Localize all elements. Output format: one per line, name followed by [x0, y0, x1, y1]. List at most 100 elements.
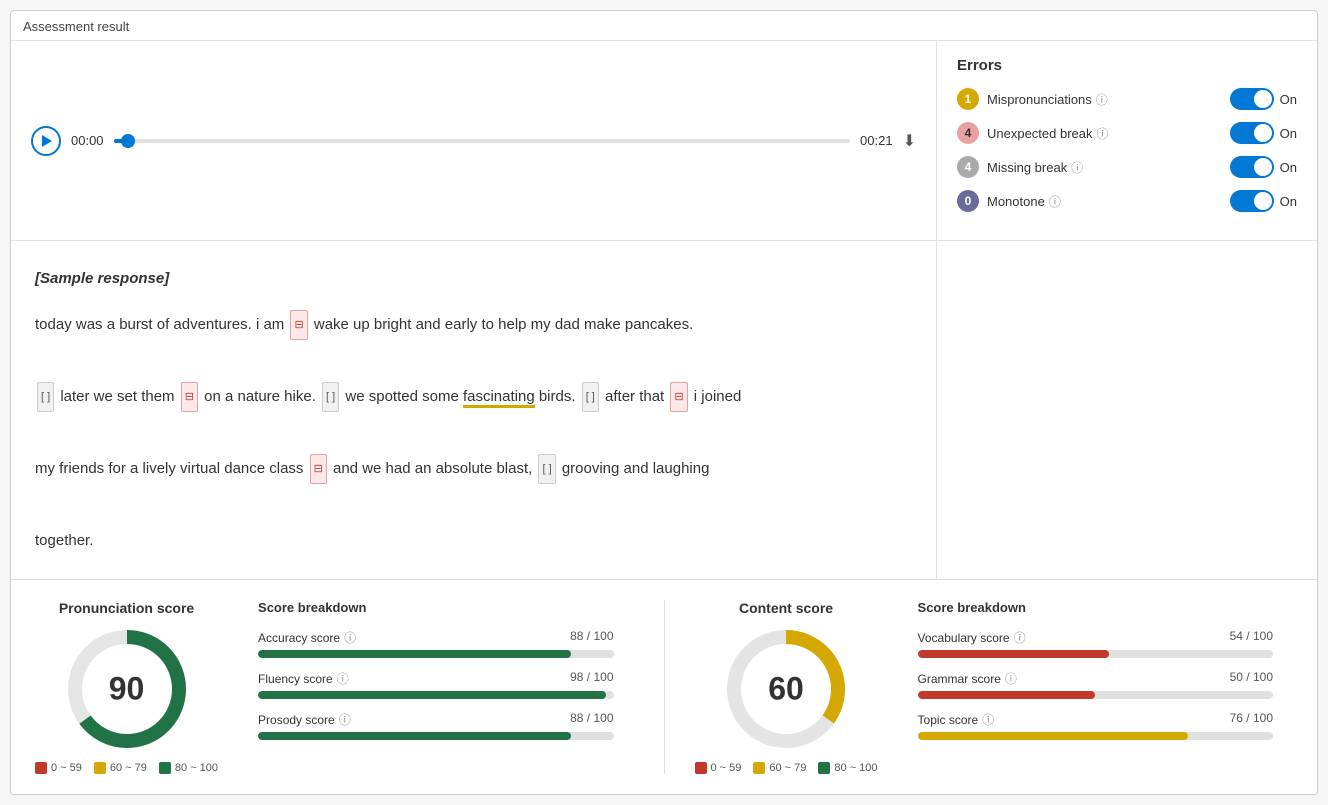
missing-break-badge: 4	[957, 156, 979, 178]
accuracy-info-icon[interactable]: ⓘ	[344, 629, 356, 646]
error-row-monotone: 0 Monotone ⓘ On	[957, 190, 1297, 212]
error-row-mispronunciations: 1 Mispronunciations ⓘ On	[957, 88, 1297, 110]
legend-dot-green	[159, 762, 171, 774]
audio-panel: 00:00 00:21 ⬇	[11, 41, 937, 240]
transcript-line4: together.	[35, 532, 93, 549]
legend-item-mid: 60 ~ 79	[94, 762, 147, 774]
prosody-row: Prosody score ⓘ 88 / 100	[258, 711, 613, 740]
content-donut: 60	[721, 624, 851, 754]
audio-track[interactable]	[114, 139, 851, 143]
fluency-fill	[258, 691, 606, 699]
monotone-toggle-label: On	[1280, 194, 1297, 209]
transcript-line3: my friends for a lively virtual dance cl…	[35, 460, 709, 477]
vocabulary-value: 54 / 100	[1230, 629, 1273, 646]
break-marker-2: [ ]	[37, 382, 54, 412]
fluency-row: Fluency score ⓘ 98 / 100	[258, 670, 613, 699]
break-marker-8: [ ]	[538, 454, 555, 484]
mispronunciations-info-icon[interactable]: ⓘ	[1096, 91, 1108, 108]
bottom-section: Pronunciation score 90 0 ~ 59 60 ~ 79	[11, 580, 1317, 794]
vocabulary-info-icon[interactable]: ⓘ	[1014, 629, 1026, 646]
content-legend-high: 80 ~ 100	[818, 762, 877, 774]
break-marker-6: ⊟	[670, 382, 687, 412]
break-marker-3: ⊟	[181, 382, 198, 412]
topic-label: Topic score ⓘ	[918, 711, 995, 728]
accuracy-value: 88 / 100	[570, 629, 613, 646]
errors-panel-right-spacer	[937, 241, 1317, 579]
download-button[interactable]: ⬇	[903, 131, 916, 151]
legend-item-high: 80 ~ 100	[159, 762, 218, 774]
vocabulary-row: Vocabulary score ⓘ 54 / 100	[918, 629, 1273, 658]
grammar-value: 50 / 100	[1230, 670, 1273, 687]
prosody-value: 88 / 100	[570, 711, 613, 728]
errors-title: Errors	[957, 57, 1297, 74]
content-legend-mid: 60 ~ 79	[753, 762, 806, 774]
transcript-section: [Sample response] today was a burst of a…	[11, 241, 1317, 580]
grammar-bar	[918, 691, 1273, 699]
monotone-info-icon[interactable]: ⓘ	[1049, 193, 1061, 210]
toggle-thumb-4	[1254, 192, 1272, 210]
monotone-toggle[interactable]	[1230, 190, 1274, 212]
missing-break-toggle[interactable]	[1230, 156, 1274, 178]
mispronunciations-label: Mispronunciations ⓘ	[987, 91, 1222, 108]
accuracy-row: Accuracy score ⓘ 88 / 100	[258, 629, 613, 658]
fluency-row-header: Fluency score ⓘ 98 / 100	[258, 670, 613, 687]
grammar-row: Grammar score ⓘ 50 / 100	[918, 670, 1273, 699]
accuracy-row-header: Accuracy score ⓘ 88 / 100	[258, 629, 613, 646]
pronunciation-title: Pronunciation score	[59, 600, 194, 616]
content-legend-low: 0 ~ 59	[695, 762, 742, 774]
pronunciation-breakdown-title: Score breakdown	[258, 600, 613, 615]
mispronunciations-toggle[interactable]	[1230, 88, 1274, 110]
errors-panel: Errors 1 Mispronunciations ⓘ On 4 Unexpe…	[937, 41, 1317, 240]
content-breakdown-title: Score breakdown	[918, 600, 1273, 615]
pronunciation-score: 90	[109, 671, 145, 708]
error-row-unexpected-break: 4 Unexpected break ⓘ On	[957, 122, 1297, 144]
content-legend-dot-yellow	[753, 762, 765, 774]
legend-dot-yellow	[94, 762, 106, 774]
mispronunciations-toggle-container: On	[1230, 88, 1297, 110]
grammar-info-icon[interactable]: ⓘ	[1005, 670, 1017, 687]
content-legend: 0 ~ 59 60 ~ 79 80 ~ 100	[695, 762, 878, 774]
legend-item-low: 0 ~ 59	[35, 762, 82, 774]
unexpected-break-toggle[interactable]	[1230, 122, 1274, 144]
topic-row-header: Topic score ⓘ 76 / 100	[918, 711, 1273, 728]
fluency-info-icon[interactable]: ⓘ	[337, 670, 349, 687]
accuracy-label: Accuracy score ⓘ	[258, 629, 356, 646]
prosody-info-icon[interactable]: ⓘ	[339, 711, 351, 728]
vocabulary-label: Vocabulary score ⓘ	[918, 629, 1026, 646]
unexpected-break-toggle-label: On	[1280, 126, 1297, 141]
prosody-bar	[258, 732, 613, 740]
mispronunciations-badge: 1	[957, 88, 979, 110]
transcript-panel: [Sample response] today was a burst of a…	[11, 241, 937, 579]
content-title: Content score	[739, 600, 833, 616]
missing-break-info-icon[interactable]: ⓘ	[1071, 159, 1083, 176]
vocabulary-fill	[918, 650, 1110, 658]
pronunciation-donut: 90	[62, 624, 192, 754]
monotone-badge: 0	[957, 190, 979, 212]
fluency-bar	[258, 691, 613, 699]
sample-label: [Sample response]	[35, 261, 912, 297]
vocabulary-bar	[918, 650, 1273, 658]
missing-break-toggle-container: On	[1230, 156, 1297, 178]
play-button[interactable]	[31, 126, 61, 156]
content-breakdown: Score breakdown Vocabulary score ⓘ 54 / …	[898, 600, 1293, 774]
error-row-missing-break: 4 Missing break ⓘ On	[957, 156, 1297, 178]
prosody-row-header: Prosody score ⓘ 88 / 100	[258, 711, 613, 728]
unexpected-break-info-icon[interactable]: ⓘ	[1097, 125, 1109, 142]
topic-bar	[918, 732, 1273, 740]
transcript-line2: [ ] later we set them ⊟ on a nature hike…	[35, 388, 741, 405]
topic-info-icon[interactable]: ⓘ	[982, 711, 994, 728]
fascinating-word: fascinating	[463, 388, 535, 408]
topic-fill	[918, 732, 1188, 740]
unexpected-break-toggle-container: On	[1230, 122, 1297, 144]
audio-thumb	[121, 134, 135, 148]
time-end: 00:21	[860, 133, 893, 148]
toggle-thumb-3	[1254, 158, 1272, 176]
assessment-container: Assessment result 00:00 00:21 ⬇ Errors 1…	[10, 10, 1318, 795]
unexpected-break-badge: 4	[957, 122, 979, 144]
content-block: Content score 60 0 ~ 59 60 ~ 79	[695, 600, 878, 774]
accuracy-fill	[258, 650, 571, 658]
topic-row: Topic score ⓘ 76 / 100	[918, 711, 1273, 740]
divider	[664, 600, 665, 774]
topic-value: 76 / 100	[1230, 711, 1273, 728]
missing-break-label: Missing break ⓘ	[987, 159, 1222, 176]
